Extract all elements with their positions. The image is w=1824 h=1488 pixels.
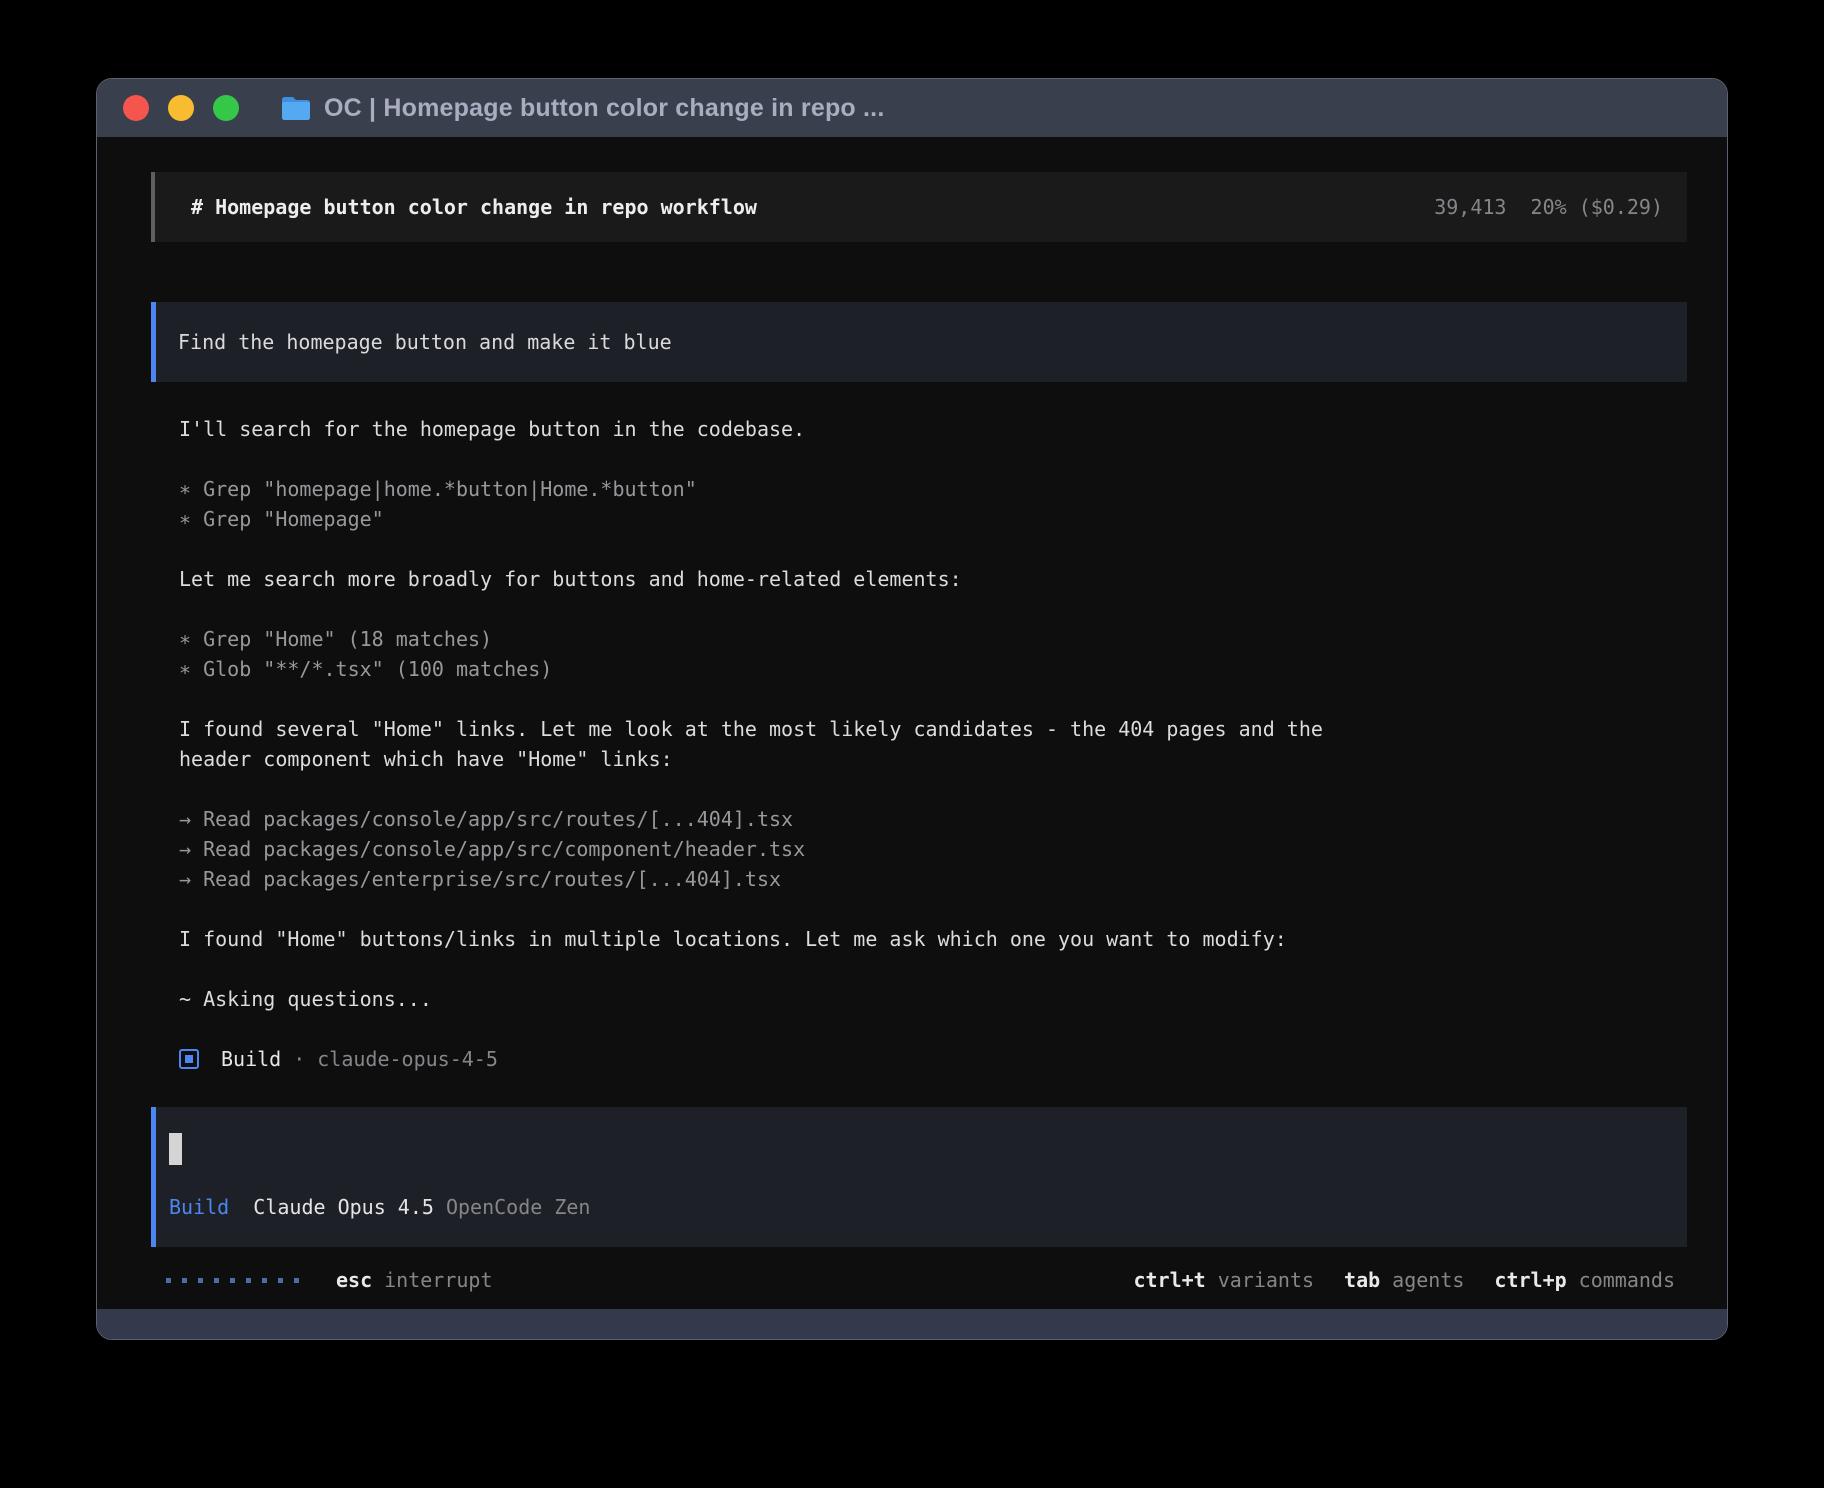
terminal-window: OC | Homepage button color change in rep…	[96, 78, 1728, 1340]
tool-call-grep: ∗ Grep "Homepage"	[179, 504, 1687, 534]
input-meta: Build Claude Opus 4.5 OpenCode Zen	[169, 1192, 1687, 1222]
esc-key-hint: esc	[336, 1265, 372, 1295]
assistant-text: header component which have "Home" links…	[179, 744, 1687, 774]
tool-call-glob: ∗ Glob "**/*.tsx" (100 matches)	[179, 654, 1687, 684]
variants-label: variants	[1218, 1265, 1314, 1295]
tab-key: tab	[1344, 1265, 1380, 1295]
spinner-dots-icon	[166, 1278, 310, 1283]
assistant-text: I'll search for the homepage button in t…	[179, 414, 1687, 444]
agents-label: agents	[1392, 1265, 1464, 1295]
agents-hint: tab agents	[1344, 1265, 1464, 1295]
session-stats: 39,413 20% ($0.29)	[1434, 192, 1663, 222]
provider-label: OpenCode Zen	[446, 1192, 591, 1222]
status-bar: esc interrupt ctrl+t variants tab agents…	[151, 1257, 1687, 1303]
model-label: Claude Opus 4.5	[253, 1192, 434, 1222]
window-title: OC | Homepage button color change in rep…	[324, 94, 884, 123]
text-cursor	[169, 1133, 182, 1165]
build-agent-icon	[179, 1049, 199, 1069]
ctrl-t-key: ctrl+t	[1133, 1265, 1205, 1295]
token-count: 39,413	[1434, 192, 1506, 222]
agent-model: claude-opus-4-5	[317, 1044, 498, 1074]
title-bar[interactable]: OC | Homepage button color change in rep…	[97, 79, 1727, 137]
close-button[interactable]	[123, 95, 149, 121]
session-header: # Homepage button color change in repo w…	[151, 172, 1687, 242]
separator-dot: ·	[293, 1044, 305, 1074]
assistant-transcript: I'll search for the homepage button in t…	[179, 414, 1687, 1074]
maximize-button[interactable]	[213, 95, 239, 121]
assistant-text: I found "Home" buttons/links in multiple…	[179, 924, 1687, 954]
window-bottom-strip	[97, 1309, 1727, 1339]
session-title: # Homepage button color change in repo w…	[191, 192, 757, 222]
terminal-content: # Homepage button color change in repo w…	[97, 137, 1727, 1309]
mode-label[interactable]: Build	[169, 1192, 229, 1222]
commands-hint: ctrl+p commands	[1494, 1265, 1675, 1295]
interrupt-label: interrupt	[384, 1265, 492, 1295]
assistant-text: I found several "Home" links. Let me loo…	[179, 714, 1687, 744]
context-usage: 20% ($0.29)	[1531, 192, 1663, 222]
agent-badge: Build · claude-opus-4-5	[179, 1044, 1687, 1074]
folder-icon	[280, 95, 312, 122]
tool-call-read: → Read packages/console/app/src/routes/[…	[179, 804, 1687, 834]
ctrl-p-key: ctrl+p	[1494, 1265, 1566, 1295]
tool-call-read: → Read packages/enterprise/src/routes/[.…	[179, 864, 1687, 894]
asking-status: ~ Asking questions...	[179, 984, 1687, 1014]
agent-name: Build	[221, 1044, 281, 1074]
minimize-button[interactable]	[168, 95, 194, 121]
commands-label: commands	[1579, 1265, 1675, 1295]
user-message: Find the homepage button and make it blu…	[151, 302, 1687, 382]
user-message-text: Find the homepage button and make it blu…	[178, 327, 672, 357]
variants-hint: ctrl+t variants	[1133, 1265, 1314, 1295]
assistant-text: Let me search more broadly for buttons a…	[179, 564, 1687, 594]
tool-call-grep: ∗ Grep "Home" (18 matches)	[179, 624, 1687, 654]
prompt-input[interactable]: Build Claude Opus 4.5 OpenCode Zen	[151, 1107, 1687, 1247]
tool-call-read: → Read packages/console/app/src/componen…	[179, 834, 1687, 864]
tool-call-grep: ∗ Grep "homepage|home.*button|Home.*butt…	[179, 474, 1687, 504]
